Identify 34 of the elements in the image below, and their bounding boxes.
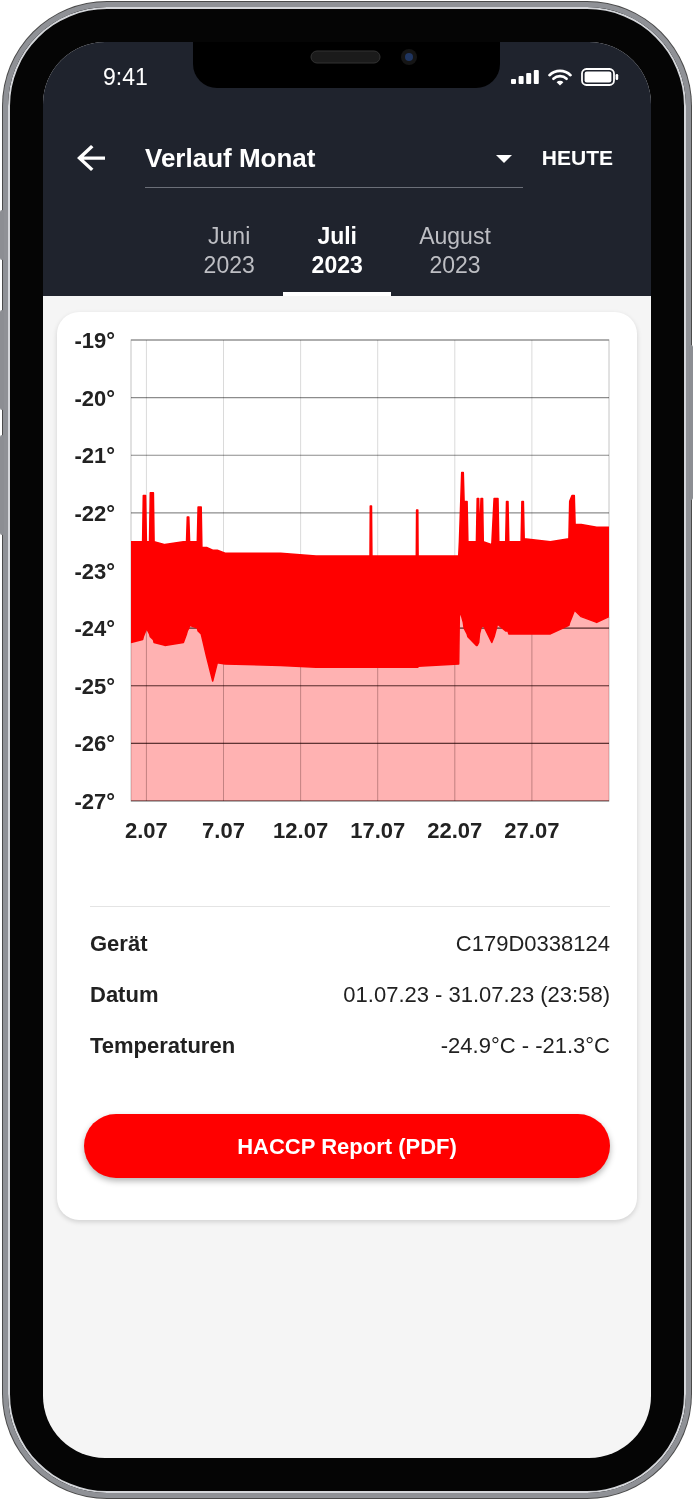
- detail-label: Temperaturen: [90, 1032, 236, 1060]
- back-arrow-icon: [77, 145, 105, 171]
- caret-icon: [495, 154, 512, 163]
- battery-icon: [581, 68, 619, 86]
- back-button[interactable]: [77, 145, 105, 171]
- status-time: 9:41: [103, 62, 148, 92]
- y-axis-label: -26°: [74, 731, 115, 757]
- y-axis-label: -20°: [74, 385, 115, 411]
- y-axis-label: -25°: [74, 673, 115, 699]
- month-tab[interactable]: Juli 2023: [283, 204, 392, 296]
- detail-value: C179D0338124: [455, 930, 610, 958]
- y-axis-label: -27°: [74, 789, 115, 814]
- detail-label: Datum: [90, 981, 159, 1009]
- detail-value: 01.07.23 - 31.07.23 (23:58): [343, 981, 610, 1009]
- detail-label: Gerät: [90, 930, 148, 958]
- detail-value: -24.9°C - -21.3°C: [440, 1032, 610, 1060]
- y-axis-label: -19°: [74, 328, 115, 353]
- y-axis-label: -21°: [74, 443, 115, 469]
- x-axis-label: 17.07: [350, 818, 406, 843]
- wifi-icon: [548, 68, 572, 86]
- period-dropdown[interactable]: Verlauf Monat: [145, 130, 523, 188]
- x-axis-label: 2.07: [125, 818, 168, 843]
- report-button[interactable]: HACCP Report (PDF): [84, 1114, 610, 1178]
- today-button[interactable]: HEUTE: [541, 142, 613, 174]
- x-axis-label: 22.07: [427, 818, 483, 843]
- x-axis-label: 7.07: [202, 818, 245, 843]
- y-axis-label: -22°: [74, 500, 115, 526]
- signal-icon: [511, 70, 539, 84]
- month-tab[interactable]: August 2023: [391, 204, 519, 296]
- y-axis-label: -23°: [74, 558, 115, 584]
- x-axis-label: 27.07: [504, 818, 560, 843]
- month-tab[interactable]: Juni 2023: [175, 204, 284, 296]
- y-axis-label: -24°: [74, 616, 115, 642]
- x-axis-label: 12.07: [273, 818, 329, 843]
